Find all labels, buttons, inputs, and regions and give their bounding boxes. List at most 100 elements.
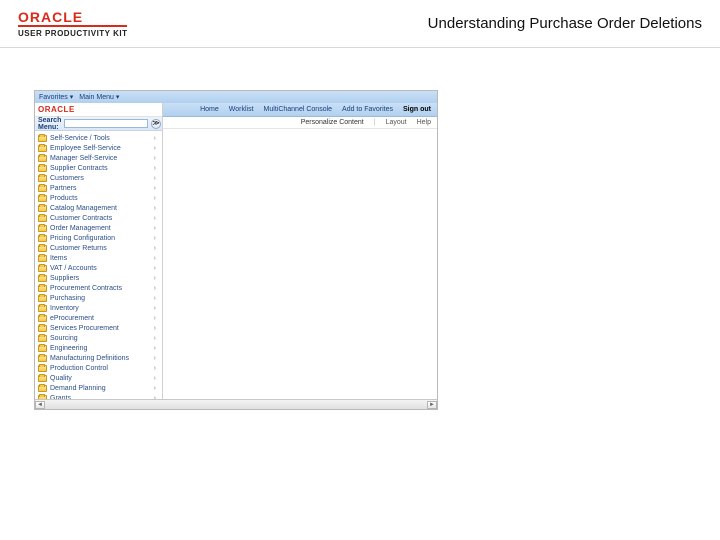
menu-item-label: Items	[50, 255, 67, 262]
menu-item[interactable]: Services Procurement›	[38, 323, 162, 333]
oracle-logo: ORACLE	[18, 9, 127, 25]
submenu-caret-icon: ›	[154, 235, 162, 242]
submenu-caret-icon: ›	[154, 345, 162, 352]
nav-multichannel-console[interactable]: MultiChannel Console	[264, 106, 332, 113]
menu-item[interactable]: Supplier Contracts›	[38, 163, 162, 173]
folder-icon	[38, 345, 47, 352]
menu-item[interactable]: Quality ›	[38, 373, 162, 383]
menu-item[interactable]: Pricing Configuration›	[38, 233, 162, 243]
menu-item-label: Demand Planning	[50, 385, 106, 392]
content-pane: Home Worklist MultiChannel Console Add t…	[163, 103, 437, 399]
submenu-caret-icon: ›	[154, 375, 162, 382]
folder-icon	[38, 255, 47, 262]
folder-icon	[38, 305, 47, 312]
favorites-menu[interactable]: Favorites ▾	[39, 93, 73, 101]
nav-add-to-favorites[interactable]: Add to Favorites	[342, 106, 393, 113]
menu-item-label: Customer Contracts	[50, 215, 112, 222]
folder-icon	[38, 155, 47, 162]
folder-icon	[38, 135, 47, 142]
folder-icon	[38, 225, 47, 232]
submenu-caret-icon: ›	[154, 175, 162, 182]
submenu-caret-icon: ›	[154, 185, 162, 192]
submenu-caret-icon: ›	[154, 335, 162, 342]
submenu-caret-icon: ›	[154, 385, 162, 392]
menu-item[interactable]: Partners ›	[38, 183, 162, 193]
menu-item[interactable]: Purchasing›	[38, 293, 162, 303]
menu-item[interactable]: Customer Returns›	[38, 243, 162, 253]
menu-item-label: Inventory	[50, 305, 79, 312]
scroll-left-arrow-icon[interactable]: ◄	[35, 401, 45, 409]
submenu-caret-icon: ›	[154, 155, 162, 162]
main-menu[interactable]: Main Menu ▾	[79, 93, 119, 101]
scroll-right-arrow-icon[interactable]: ►	[427, 401, 437, 409]
folder-icon	[38, 355, 47, 362]
menu-item[interactable]: Manufacturing Definitions›	[38, 353, 162, 363]
menu-item-label: Employee Self-Service	[50, 145, 121, 152]
folder-icon	[38, 285, 47, 292]
menu-item-label: eProcurement	[50, 315, 94, 322]
menu-search-row: Search Menu: ≫	[35, 117, 162, 131]
horizontal-scrollbar[interactable]: ◄ ►	[35, 399, 437, 409]
submenu-caret-icon: ›	[154, 305, 162, 312]
menu-item-label: Sourcing	[50, 335, 78, 342]
separator-icon: |	[374, 119, 376, 126]
menu-item-label: Customer Returns	[50, 245, 107, 252]
submenu-caret-icon: ›	[154, 315, 162, 322]
nav-worklist[interactable]: Worklist	[229, 106, 254, 113]
menu-item[interactable]: eProcurement ›	[38, 313, 162, 323]
menu-item[interactable]: VAT / Accounts›	[38, 263, 162, 273]
menu-item[interactable]: Manager Self-Service›	[38, 153, 162, 163]
doc-header: ORACLE USER PRODUCTIVITY KIT Understandi…	[0, 0, 720, 48]
menu-item[interactable]: Order Management›	[38, 223, 162, 233]
menu-item-label: Catalog Management	[50, 205, 117, 212]
folder-icon	[38, 145, 47, 152]
content-area	[163, 129, 437, 399]
menu-item[interactable]: Procurement Contracts›	[38, 283, 162, 293]
submenu-caret-icon: ›	[154, 205, 162, 212]
submenu-caret-icon: ›	[154, 355, 162, 362]
main-menu-tree[interactable]: Self-Service / Tools›Employee Self-Servi…	[35, 131, 162, 399]
menu-item[interactable]: Products›	[38, 193, 162, 203]
left-sidebar: ORACLE Search Menu: ≫ Self-Service / Too…	[35, 103, 163, 399]
search-go-button[interactable]: ≫	[151, 119, 160, 129]
folder-icon	[38, 395, 47, 400]
menu-item-label: Services Procurement	[50, 325, 119, 332]
menu-item[interactable]: Items›	[38, 253, 162, 263]
menu-item[interactable]: Suppliers›	[38, 273, 162, 283]
menu-item[interactable]: Customer Contracts ›	[38, 213, 162, 223]
menu-item-label: Purchasing	[50, 295, 85, 302]
menu-item-label: Partners	[50, 185, 76, 192]
menu-item-label: Quality	[50, 375, 72, 382]
menu-item-label: Procurement Contracts	[50, 285, 122, 292]
submenu-caret-icon: ›	[154, 145, 162, 152]
menu-item[interactable]: Demand Planning ›	[38, 383, 162, 393]
menu-item[interactable]: Inventory ›	[38, 303, 162, 313]
menu-item-label: Self-Service / Tools	[50, 135, 110, 142]
folder-icon	[38, 235, 47, 242]
search-menu-label: Search Menu:	[38, 117, 61, 131]
menu-item[interactable]: Catalog Management ›	[38, 203, 162, 213]
submenu-caret-icon: ›	[154, 215, 162, 222]
menu-item[interactable]: Customers›	[38, 173, 162, 183]
nav-sign-out[interactable]: Sign out	[403, 106, 431, 113]
folder-icon	[38, 295, 47, 302]
global-nav-bar: Home Worklist MultiChannel Console Add t…	[163, 103, 437, 117]
menu-item[interactable]: Engineering›	[38, 343, 162, 353]
search-menu-input[interactable]	[64, 119, 148, 128]
submenu-caret-icon: ›	[154, 165, 162, 172]
help-link[interactable]: Help	[417, 119, 431, 126]
folder-icon	[38, 315, 47, 322]
submenu-caret-icon: ›	[154, 265, 162, 272]
folder-icon	[38, 245, 47, 252]
submenu-caret-icon: ›	[154, 195, 162, 202]
menu-item[interactable]: Self-Service / Tools›	[38, 133, 162, 143]
menu-item[interactable]: Employee Self-Service ›	[38, 143, 162, 153]
folder-icon	[38, 375, 47, 382]
menu-item[interactable]: Sourcing ›	[38, 333, 162, 343]
submenu-caret-icon: ›	[154, 225, 162, 232]
nav-home[interactable]: Home	[200, 106, 219, 113]
personalize-layout-link[interactable]: Layout	[386, 119, 407, 126]
page-title: Understanding Purchase Order Deletions	[428, 15, 702, 32]
folder-icon	[38, 265, 47, 272]
menu-item[interactable]: Production Control›	[38, 363, 162, 373]
